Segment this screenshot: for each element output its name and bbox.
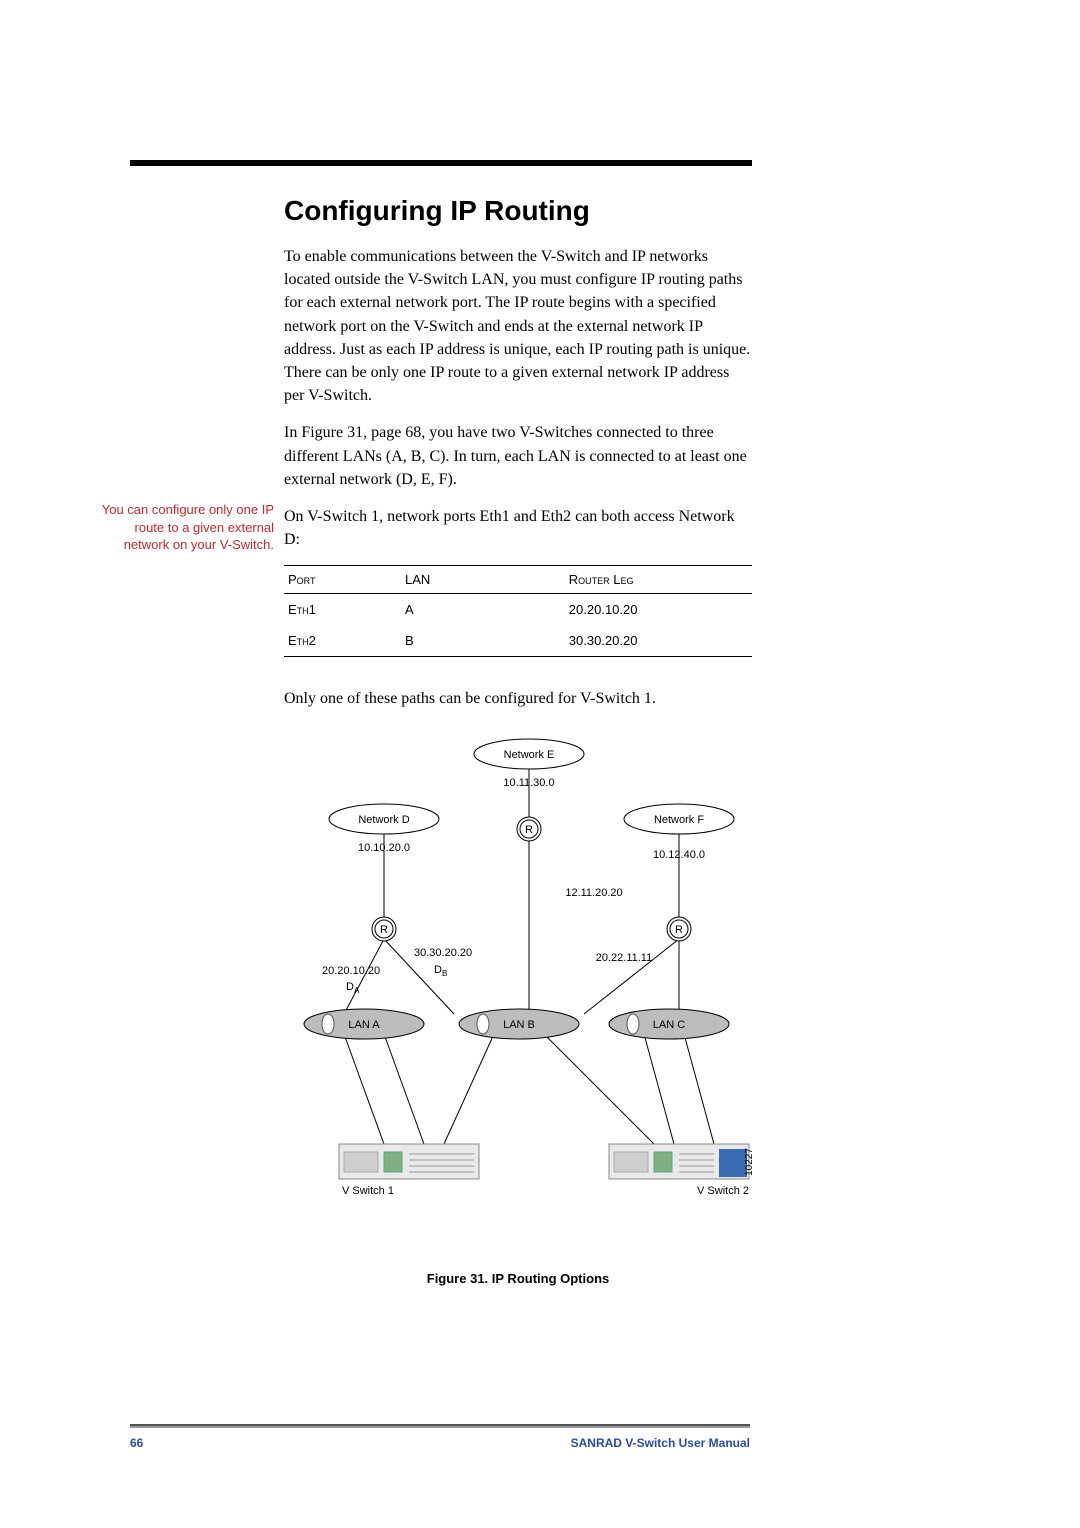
- paragraph-4: Only one of these paths can be configure…: [284, 687, 752, 710]
- paragraph-2: In Figure 31, page 68, you have two V-Sw…: [284, 421, 752, 491]
- label-vs1: V Switch 1: [342, 1185, 394, 1197]
- vswitch2-box: [609, 1144, 749, 1179]
- cell-lan: A: [401, 594, 565, 626]
- table-row: Eth2 B 30.30.20.20: [284, 625, 752, 657]
- label-net-e: Network E: [504, 749, 555, 761]
- cell-lan: B: [401, 625, 565, 657]
- cell-leg: 20.20.10.20: [565, 594, 752, 626]
- label-router: R: [675, 924, 683, 936]
- vswitch1-box: [339, 1144, 479, 1179]
- cell-port: Eth2: [284, 625, 401, 657]
- page-number: 66: [130, 1436, 143, 1450]
- label-net-e-ip: 10.11.30.0: [503, 777, 554, 789]
- label-net-f-ip: 10.12.40.0: [653, 849, 705, 861]
- label-router: R: [380, 924, 388, 936]
- label-r3-leg: 20.22.11.11: [596, 952, 652, 964]
- label-leg-left: 20.20.10.20: [322, 965, 380, 977]
- section-heading: Configuring IP Routing: [284, 195, 752, 227]
- diagram: Network E 10.11.30.0 Network D 10.10.20.…: [284, 724, 752, 1249]
- label-rmid-ip: 12.11.20.20: [565, 887, 622, 899]
- cell-leg: 30.30.20.20: [565, 625, 752, 657]
- cell-port: Eth1: [284, 594, 401, 626]
- ports-table: Port LAN Router Leg Eth1 A 20.20.10.20 E…: [284, 565, 752, 657]
- table-row: Eth1 A 20.20.10.20: [284, 594, 752, 626]
- col-lan: LAN: [401, 566, 565, 594]
- col-port: Port: [284, 566, 401, 594]
- label-router: R: [525, 824, 533, 836]
- margin-note: You can configure only one IP route to a…: [100, 501, 274, 554]
- label-net-d: Network D: [358, 814, 409, 826]
- label-net-d-ip: 10.10.20.0: [358, 842, 410, 854]
- footer-title: SANRAD V-Switch User Manual: [571, 1436, 750, 1450]
- label-leg-right: 30.30.20.20: [414, 947, 472, 959]
- label-lan-b: LAN B: [503, 1019, 535, 1031]
- label-lan-a: LAN A: [348, 1019, 380, 1031]
- label-net-f: Network F: [654, 814, 704, 826]
- col-leg: Router Leg: [565, 566, 752, 594]
- paragraph-1: To enable communications between the V-S…: [284, 245, 752, 407]
- figure-caption: Figure 31. IP Routing Options: [284, 1271, 752, 1286]
- label-db: DB: [434, 964, 447, 978]
- label-vs2: V Switch 2: [697, 1185, 749, 1197]
- footer-rule: [130, 1424, 750, 1428]
- side-number: 10227: [744, 1148, 752, 1176]
- label-lan-c: LAN C: [653, 1019, 685, 1031]
- main-content: Configuring IP Routing To enable communi…: [284, 175, 752, 1286]
- top-rule: [130, 160, 752, 166]
- label-da: DA: [346, 981, 360, 995]
- paragraph-3: On V-Switch 1, network ports Eth1 and Et…: [284, 505, 752, 551]
